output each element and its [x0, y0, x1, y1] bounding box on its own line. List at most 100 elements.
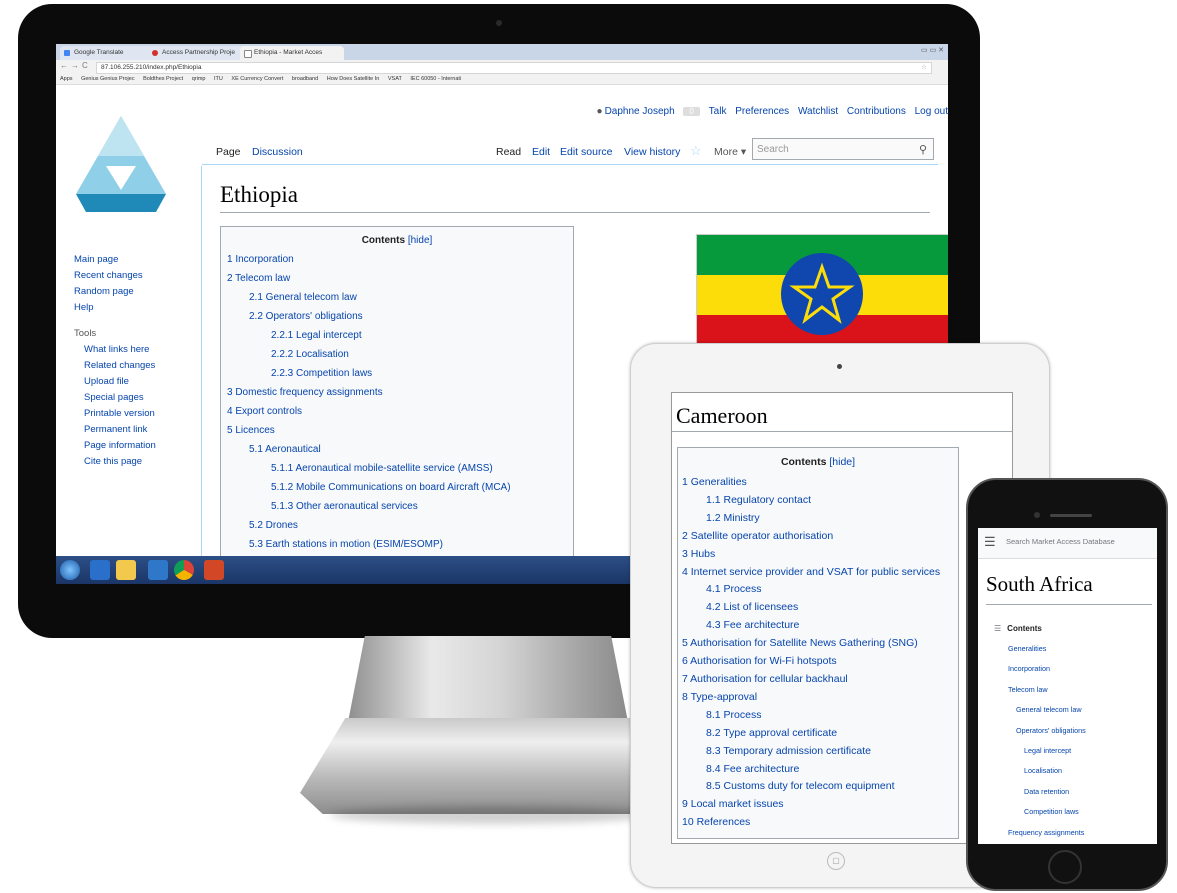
toc-item[interactable]: 8.5 Customs duty for telecom equipment: [682, 778, 958, 796]
toc-item[interactable]: 8.3 Temporary admission certificate: [682, 743, 958, 761]
site-logo[interactable]: [76, 116, 166, 212]
star-icon[interactable]: ☆: [921, 63, 927, 73]
toc-item[interactable]: 5.2 Drones: [227, 516, 573, 535]
home-button-icon[interactable]: [1048, 850, 1082, 884]
toc-item[interactable]: 2 Telecom law: [227, 269, 573, 288]
toc-item[interactable]: 1.1 Regulatory contact: [682, 492, 958, 510]
bookmark[interactable]: Genius Genius Projec: [81, 76, 135, 82]
chrome-icon[interactable]: [174, 560, 194, 580]
tab-page[interactable]: Page: [216, 146, 241, 158]
toc-item[interactable]: Frequency assignments: [994, 823, 1152, 843]
browser-tab-active[interactable]: Ethiopia - Market Acces: [240, 46, 344, 60]
bookmark[interactable]: broadband: [292, 76, 318, 82]
tab-more[interactable]: More ▾: [714, 146, 746, 158]
toc-hide-link[interactable]: [hide]: [829, 456, 855, 468]
sidebar-item-recent-changes[interactable]: Recent changes: [74, 268, 156, 284]
toc-item[interactable]: 3 Hubs: [682, 546, 958, 564]
tab-read[interactable]: Read: [496, 146, 521, 158]
start-button-icon[interactable]: [60, 560, 80, 580]
toc-item[interactable]: 2.1 General telecom law: [227, 288, 573, 307]
toc-item[interactable]: 2 Satellite operator authorisation: [682, 528, 958, 546]
toc-item[interactable]: Telecom law: [994, 680, 1152, 700]
toc-item[interactable]: 7 Authorisation for cellular backhaul: [682, 671, 958, 689]
username-link[interactable]: Daphne Joseph: [605, 106, 675, 117]
toc-item[interactable]: 4.2 List of licensees: [682, 599, 958, 617]
window-controls[interactable]: ▭ ▭ ✕: [921, 46, 944, 54]
toc-item[interactable]: 2.2 Operators' obligations: [227, 307, 573, 326]
search-icon[interactable]: ⚲: [919, 139, 927, 161]
toc-item[interactable]: 1 Incorporation: [227, 250, 573, 269]
bookmark[interactable]: VSAT: [388, 76, 402, 82]
toc-item[interactable]: 3 Domestic frequency assignments: [227, 383, 573, 402]
mobile-search-input[interactable]: Search Market Access Database: [1006, 537, 1115, 546]
menu-icon[interactable]: ☰: [984, 534, 996, 550]
toc-item[interactable]: 2.2.1 Legal intercept: [227, 326, 573, 345]
preferences-link[interactable]: Preferences: [735, 106, 789, 117]
toc-item[interactable]: Incorporation: [994, 659, 1152, 679]
contributions-link[interactable]: Contributions: [847, 106, 906, 117]
toc-item[interactable]: Legal intercept: [994, 741, 1152, 761]
sidebar-item-help[interactable]: Help: [74, 300, 156, 316]
browser-tab[interactable]: Access Partnership Proje: [148, 46, 252, 60]
toc-item[interactable]: 4 Export controls: [227, 402, 573, 421]
toc-item[interactable]: Operators' obligations: [994, 721, 1152, 741]
folder-icon[interactable]: [116, 560, 136, 580]
toc-item[interactable]: 5.1.3 Other aeronautical services: [227, 497, 573, 516]
sidebar-item-related-changes[interactable]: Related changes: [74, 358, 156, 374]
toc-item[interactable]: 4.1 Process: [682, 581, 958, 599]
watchlist-link[interactable]: Watchlist: [798, 106, 838, 117]
talk-link[interactable]: Talk: [709, 106, 727, 117]
toc-item[interactable]: 10 References: [682, 814, 958, 832]
tab-discussion[interactable]: Discussion: [252, 146, 303, 158]
nav-arrows-icon[interactable]: ←→C: [60, 61, 91, 70]
toc-item[interactable]: General telecom law: [994, 700, 1152, 720]
toc-item[interactable]: Data retention: [994, 782, 1152, 802]
sidebar-item-main-page[interactable]: Main page: [74, 252, 156, 268]
logout-link[interactable]: Log out: [915, 106, 948, 117]
sidebar-item-upload-file[interactable]: Upload file: [74, 374, 156, 390]
sidebar-item-random-page[interactable]: Random page: [74, 284, 156, 300]
bookmark[interactable]: How Does Satellite In: [327, 76, 380, 82]
toc-item[interactable]: 1 Generalities: [682, 474, 958, 492]
sidebar-item-what-links-here[interactable]: What links here: [74, 342, 156, 358]
toc-heading[interactable]: ☰ Contents: [994, 624, 1152, 633]
tab-view-history[interactable]: View history: [624, 146, 680, 158]
toc-item[interactable]: Generalities: [994, 639, 1152, 659]
sidebar-item-printable-version[interactable]: Printable version: [74, 406, 156, 422]
tab-edit[interactable]: Edit: [532, 146, 550, 158]
toc-item[interactable]: 8.4 Fee architecture: [682, 761, 958, 779]
home-button-icon[interactable]: ▢: [827, 852, 845, 870]
toc-item[interactable]: 6 Authorisation for Wi-Fi hotspots: [682, 653, 958, 671]
sidebar-item-special-pages[interactable]: Special pages: [74, 390, 156, 406]
sidebar-item-page-information[interactable]: Page information: [74, 438, 156, 454]
url-field[interactable]: 87.106.255.210/index.php/Ethiopia ☆: [96, 62, 932, 74]
toc-item[interactable]: Localisation: [994, 761, 1152, 781]
toc-item[interactable]: 5 Licences: [227, 421, 573, 440]
sidebar-item-cite-this-page[interactable]: Cite this page: [74, 454, 156, 470]
bookmark[interactable]: qrimp: [192, 76, 206, 82]
bookmark[interactable]: Boldthes Project: [143, 76, 183, 82]
sidebar-item-permanent-link[interactable]: Permanent link: [74, 422, 156, 438]
media-icon[interactable]: [90, 560, 110, 580]
watch-star-icon[interactable]: ☆: [690, 143, 702, 159]
toc-item[interactable]: 2.2.2 Localisation: [227, 345, 573, 364]
toc-item[interactable]: 5 Authorisation for Satellite News Gathe…: [682, 635, 958, 653]
toc-item[interactable]: 4.3 Fee architecture: [682, 617, 958, 635]
toc-hide-link[interactable]: [hide]: [408, 235, 432, 246]
outlook-icon[interactable]: [148, 560, 168, 580]
powerpoint-icon[interactable]: [204, 560, 224, 580]
toc-item[interactable]: 4 Internet service provider and VSAT for…: [682, 564, 958, 582]
toc-item[interactable]: 9 Local market issues: [682, 796, 958, 814]
toc-item[interactable]: 8.1 Process: [682, 707, 958, 725]
search-input[interactable]: Search ⚲: [752, 138, 934, 160]
toc-item[interactable]: 5.3 Earth stations in motion (ESIM/ESOMP…: [227, 535, 573, 554]
toc-item[interactable]: 5.1.1 Aeronautical mobile-satellite serv…: [227, 459, 573, 478]
bookmark[interactable]: IEC 60050 - Internati: [410, 76, 461, 82]
toc-item[interactable]: 5.1.2 Mobile Communications on board Air…: [227, 478, 573, 497]
toc-item[interactable]: 8.2 Type approval certificate: [682, 725, 958, 743]
bookmark[interactable]: XE Currency Convert: [231, 76, 283, 82]
toc-item[interactable]: 5.1 Aeronautical: [227, 440, 573, 459]
bookmark[interactable]: Apps: [60, 76, 73, 82]
notifications-badge[interactable]: 0: [683, 107, 700, 116]
tab-edit-source[interactable]: Edit source: [560, 146, 613, 158]
